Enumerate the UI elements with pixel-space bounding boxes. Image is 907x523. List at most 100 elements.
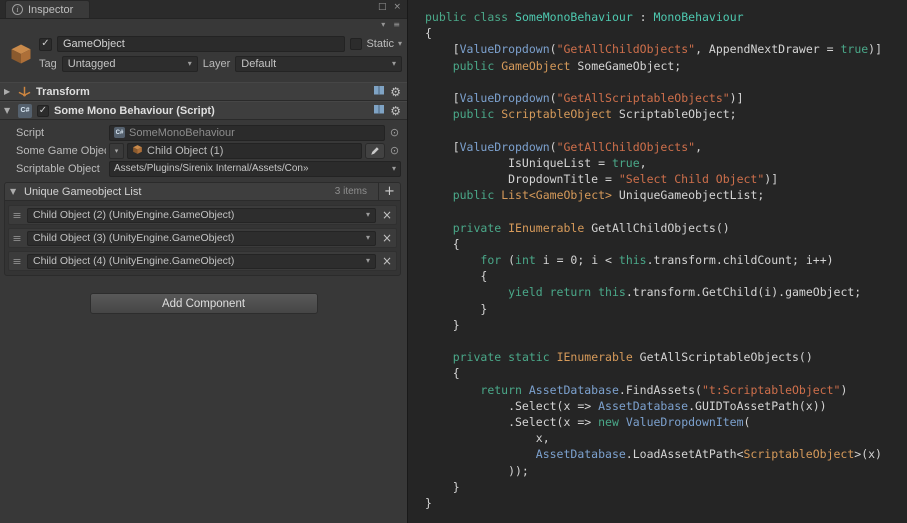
- transform-icon: [18, 84, 31, 100]
- code-line: {: [425, 269, 488, 284]
- static-control: Static ▾: [350, 38, 402, 50]
- script-value: SomeMonoBehaviour: [129, 126, 235, 139]
- gear-icon[interactable]: ⚙: [390, 104, 401, 118]
- transform-header[interactable]: ▶ Transform ⚙: [0, 82, 407, 101]
- dropdown-arrow-icon: ▾: [365, 210, 370, 219]
- list-item-label: Child Object (3) (UnityEngine.GameObject…: [33, 232, 235, 244]
- code-line: {: [425, 26, 432, 41]
- remove-item-button[interactable]: ×: [380, 231, 394, 245]
- info-icon: i: [12, 4, 23, 15]
- csharp-script-icon: C#: [18, 103, 32, 118]
- code-line: }: [425, 496, 432, 511]
- add-component-button[interactable]: Add Component: [89, 293, 318, 314]
- object-picker-icon[interactable]: ⊙: [388, 127, 401, 138]
- tag-label: Tag: [39, 58, 57, 70]
- foldout-open-icon[interactable]: ▼: [4, 106, 13, 115]
- list-item: ≡ Child Object (2) (UnityEngine.GameObjec…: [8, 205, 397, 225]
- scriptable-object-dropdown[interactable]: Assets/Plugins/Sirenix Internal/Assets/C…: [109, 160, 401, 177]
- mono-behaviour-header[interactable]: ▼ C# ✓ Some Mono Behaviour (Script) ⚙: [0, 101, 407, 120]
- layer-dropdown[interactable]: Default ▾: [235, 56, 402, 72]
- gameobject-name-field[interactable]: GameObject: [57, 36, 346, 52]
- code-line: yield return this.transform.GetChild(i).…: [508, 285, 862, 300]
- list-item-label: Child Object (4) (UnityEngine.GameObject…: [33, 255, 235, 267]
- component-enabled-checkbox[interactable]: ✓: [37, 104, 49, 117]
- static-dropdown-icon[interactable]: ▾: [398, 40, 402, 48]
- dropdown-arrow-icon: ▾: [391, 163, 396, 173]
- active-checkbox[interactable]: ✓: [39, 37, 52, 51]
- gameobject-header: ✓ GameObject Static ▾ Tag Untagged ▾ Lay…: [0, 31, 407, 82]
- tag-dropdown[interactable]: Untagged ▾: [61, 56, 198, 72]
- inspector-panel: i Inspector □ × ▾ ≡ ✓ GameObject Static …: [0, 0, 408, 523]
- unique-list-header[interactable]: ▼ Unique Gameobject List 3 items +: [5, 183, 400, 201]
- scriptable-object-row: Scriptable Object Assets/Plugins/Sirenix…: [4, 160, 401, 177]
- gear-icon[interactable]: ⚙: [390, 85, 401, 99]
- list-item: ≡ Child Object (4) (UnityEngine.GameObjec…: [8, 251, 397, 271]
- code-line: }: [425, 479, 460, 494]
- scriptable-object-value: Assets/Plugins/Sirenix Internal/Assets/C…: [114, 163, 309, 174]
- list-title: Unique Gameobject List: [24, 185, 142, 198]
- mono-behaviour-body: Script C# SomeMonoBehaviour ⊙ Some Game …: [0, 120, 407, 314]
- list-item: ≡ Child Object (3) (UnityEngine.GameObjec…: [8, 228, 397, 248]
- code-line: private static IEnumerable GetAllScripta…: [452, 350, 813, 365]
- some-game-object-label: Some Game Object: [16, 144, 106, 157]
- dropdown-arrow-icon: ▾: [365, 233, 370, 242]
- edit-pencil-button[interactable]: [365, 142, 385, 159]
- unique-list-body: ≡ Child Object (2) (UnityEngine.GameObjec…: [5, 201, 400, 275]
- script-row: Script C# SomeMonoBehaviour ⊙: [4, 124, 401, 141]
- drag-handle-icon[interactable]: ≡: [11, 256, 23, 267]
- gameobject-name: GameObject: [63, 38, 125, 50]
- some-game-object-row: Some Game Object ▾ Child Object (1) ⊙: [4, 142, 401, 159]
- code-line: [ValueDropdown("GetAllScriptableObjects"…: [425, 91, 744, 106]
- object-cube-icon: [132, 144, 143, 158]
- remove-item-button[interactable]: ×: [380, 208, 394, 222]
- window-controls: □ ×: [378, 0, 407, 12]
- static-checkbox[interactable]: [350, 38, 363, 50]
- help-book-icon[interactable]: [373, 85, 385, 99]
- some-game-object-value: Child Object (1): [147, 144, 224, 157]
- list-item-dropdown[interactable]: Child Object (3) (UnityEngine.GameObject…: [27, 230, 376, 246]
- remove-item-button[interactable]: ×: [380, 254, 394, 268]
- mono-behaviour-title: Some Mono Behaviour (Script): [54, 104, 215, 117]
- dropdown-arrow-icon: ▾: [187, 59, 192, 68]
- drag-handle-icon[interactable]: ≡: [11, 210, 23, 221]
- tab-strip: i Inspector □ ×: [0, 0, 407, 19]
- tag-layer-row: Tag Untagged ▾ Layer Default ▾: [39, 54, 402, 74]
- some-game-object-field[interactable]: Child Object (1): [127, 142, 362, 159]
- tag-value: Untagged: [67, 58, 116, 70]
- pane-dropdown-icon[interactable]: ▾: [381, 21, 385, 29]
- code-line: public GameObject SomeGameObject;: [452, 58, 682, 73]
- code-line: public ScriptableObject ScriptableObject…: [452, 107, 737, 122]
- code-line: [ValueDropdown("GetAllChildObjects",: [425, 139, 702, 154]
- static-label: Static: [366, 38, 394, 50]
- value-dropdown-toggle-icon[interactable]: ▾: [109, 142, 124, 159]
- gameobject-cube-icon[interactable]: [5, 34, 37, 74]
- layer-label: Layer: [202, 58, 231, 70]
- list-item-dropdown[interactable]: Child Object (2) (UnityEngine.GameObject…: [27, 207, 376, 223]
- code-line: AssetDatabase.LoadAssetAtPath<Scriptable…: [535, 447, 882, 462]
- tab-label: Inspector: [28, 3, 74, 16]
- unique-gameobject-list: ▼ Unique Gameobject List 3 items + ≡ Chil…: [4, 182, 401, 276]
- code-line: {: [425, 236, 460, 251]
- code-line: public class SomeMonoBehaviour : MonoBeh…: [425, 10, 744, 24]
- pane-menu-icon[interactable]: ≡: [393, 21, 400, 29]
- foldout-closed-icon[interactable]: ▶: [4, 87, 13, 96]
- foldout-open-icon[interactable]: ▼: [10, 187, 19, 196]
- scriptable-object-label: Scriptable Object: [16, 162, 100, 175]
- script-field[interactable]: C# SomeMonoBehaviour: [109, 124, 385, 141]
- code-line: [ValueDropdown("GetAllChildObjects", App…: [425, 42, 883, 57]
- restore-window-icon[interactable]: □: [378, 3, 387, 12]
- list-item-dropdown[interactable]: Child Object (4) (UnityEngine.GameObject…: [27, 253, 376, 269]
- layer-value: Default: [241, 58, 277, 70]
- tab-inspector[interactable]: i Inspector: [5, 0, 91, 18]
- close-window-icon[interactable]: ×: [393, 3, 401, 12]
- script-doc-icon: C#: [114, 127, 125, 138]
- help-book-icon[interactable]: [373, 104, 385, 118]
- code-line: .Select(x => new ValueDropdownItem(: [425, 415, 751, 430]
- add-item-button[interactable]: +: [378, 183, 400, 201]
- object-picker-icon[interactable]: ⊙: [388, 145, 401, 156]
- drag-handle-icon[interactable]: ≡: [11, 233, 23, 244]
